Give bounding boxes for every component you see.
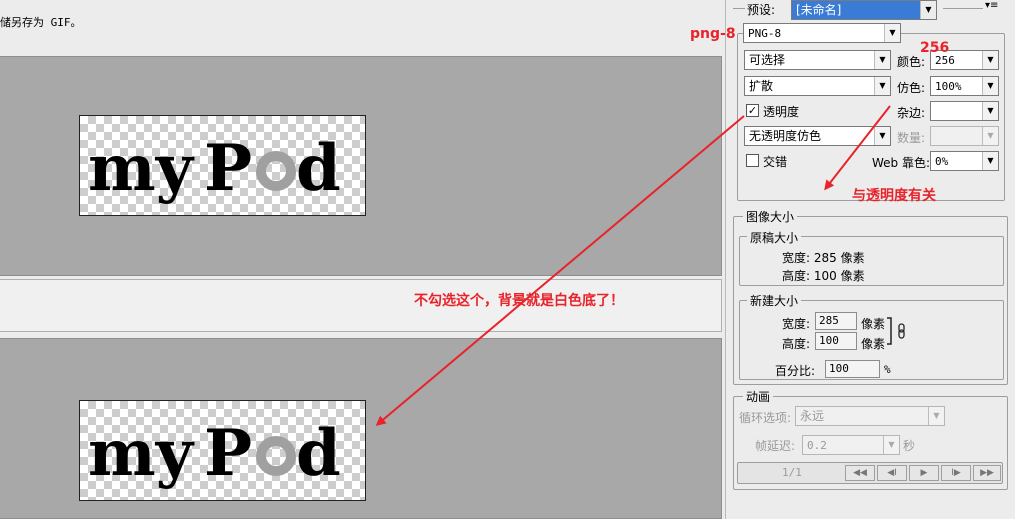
annotation-png8: png-8 xyxy=(690,26,736,42)
matte-dropdown[interactable]: ▼ xyxy=(930,101,999,121)
play-button[interactable]: ▶ xyxy=(909,465,939,481)
preset-value: [未命名] xyxy=(796,3,842,17)
delay-value: 0.2 xyxy=(807,439,827,452)
first-frame-button[interactable]: ◀◀ xyxy=(845,465,875,481)
trans-dither-value: 无透明度仿色 xyxy=(749,129,822,143)
optimize-panel: 预设: [未命名] ▼ ▾≡ PNG-8 ▼ 可选择 ▼ 颜色: 256 ▼ 扩… xyxy=(727,0,1015,519)
logo-graphic: my P d xyxy=(88,416,341,491)
prev-frame-button[interactable]: ◀I xyxy=(877,465,907,481)
format-dropdown[interactable]: PNG-8 ▼ xyxy=(743,23,901,43)
panel-menu-icon[interactable]: ▾≡ xyxy=(985,0,998,11)
preset-dropdown[interactable]: [未命名] ▼ xyxy=(791,0,937,20)
format-value: PNG-8 xyxy=(748,27,782,40)
image-size-title: 图像大小 xyxy=(743,208,798,225)
web-snap-dropdown[interactable]: 0% ▼ xyxy=(930,151,999,171)
transparency-dither-dropdown[interactable]: 无透明度仿色 ▼ xyxy=(744,126,891,146)
logo-ring-icon xyxy=(256,436,296,476)
amount-label: 数量: xyxy=(897,131,926,145)
chevron-down-icon: ▼ xyxy=(874,51,890,69)
divider xyxy=(733,8,745,9)
loop-value: 永远 xyxy=(800,409,825,423)
annotation-256: 256 xyxy=(920,40,950,56)
web-snap-value: 0% xyxy=(935,155,949,168)
chevron-down-icon: ▼ xyxy=(874,77,890,95)
delay-unit: 秒 xyxy=(903,439,916,453)
delay-label: 帧延迟: xyxy=(755,439,796,453)
logo-text-p: P xyxy=(204,416,252,491)
logo-text-p: P xyxy=(204,131,252,206)
height-unit: 像素 xyxy=(861,337,886,351)
status-note: 储另存为 GIF。 xyxy=(0,16,82,29)
dither-label: 仿色: xyxy=(897,81,926,95)
chevron-down-icon: ▼ xyxy=(982,127,998,145)
logo-ring-icon xyxy=(256,151,296,191)
matte-label: 杂边: xyxy=(897,106,926,120)
chevron-down-icon: ▼ xyxy=(982,152,998,170)
logo-text-my: my xyxy=(88,131,195,206)
chevron-down-icon: ▼ xyxy=(982,51,998,69)
dither-amount-dropdown[interactable]: 100% ▼ xyxy=(930,76,999,96)
divider xyxy=(943,8,983,9)
width-unit: 像素 xyxy=(861,317,886,331)
amount-dropdown: ▼ xyxy=(930,126,999,146)
transparency-checkbox[interactable]: ✓ xyxy=(746,104,759,117)
chevron-down-icon: ▼ xyxy=(874,127,890,145)
next-frame-button[interactable]: I▶ xyxy=(941,465,971,481)
new-size-title: 新建大小 xyxy=(747,292,802,309)
chevron-down-icon: ▼ xyxy=(920,1,936,19)
constrain-link-icon[interactable] xyxy=(887,316,909,348)
logo-graphic: my P d xyxy=(88,131,341,206)
frame-counter: 1/1 xyxy=(782,466,802,479)
percent-unit: % xyxy=(884,363,891,376)
dither-algorithm-dropdown[interactable]: 扩散 ▼ xyxy=(744,76,891,96)
last-frame-button[interactable]: ▶▶ xyxy=(973,465,1001,481)
annotation-uncheck-note: 不勾选这个，背景就是白色底了！ xyxy=(414,293,624,309)
original-height: 高度: 100 像素 xyxy=(782,269,865,283)
width-input[interactable]: 285 xyxy=(815,312,857,330)
loop-label: 循环选项: xyxy=(739,411,792,425)
chevron-down-icon: ▼ xyxy=(982,77,998,95)
interlace-checkbox[interactable] xyxy=(746,154,759,167)
chevron-down-icon: ▼ xyxy=(884,24,900,42)
dither-value: 100% xyxy=(935,80,962,93)
width-label: 宽度: xyxy=(782,317,811,331)
chevron-down-icon: ▼ xyxy=(883,436,899,454)
logo-preview-top: my P d xyxy=(79,115,366,216)
logo-preview-bottom: my P d xyxy=(79,400,366,501)
height-label: 高度: xyxy=(782,337,811,351)
dither-algo-value: 扩散 xyxy=(749,79,774,93)
preset-label: 预设: xyxy=(747,3,776,17)
transparency-label: 透明度 xyxy=(763,105,800,119)
original-width: 宽度: 285 像素 xyxy=(782,251,865,265)
chevron-down-icon: ▼ xyxy=(982,102,998,120)
interlace-label: 交错 xyxy=(763,155,788,169)
annotation-transparency-related: 与透明度有关 xyxy=(852,188,936,204)
percent-label: 百分比: xyxy=(775,364,816,378)
loop-dropdown: 永远 ▼ xyxy=(795,406,945,426)
reduction-value: 可选择 xyxy=(749,53,786,67)
original-size-title: 原稿大小 xyxy=(747,229,802,246)
percent-input[interactable]: 100 xyxy=(825,360,880,378)
delay-dropdown: 0.2 ▼ xyxy=(802,435,900,455)
height-input[interactable]: 100 xyxy=(815,332,857,350)
color-reduction-dropdown[interactable]: 可选择 ▼ xyxy=(744,50,891,70)
animation-title: 动画 xyxy=(743,388,774,405)
chevron-down-icon: ▼ xyxy=(928,407,944,425)
preview-area: 储另存为 GIF。 my P d my P d xyxy=(0,0,726,519)
logo-text-d: d xyxy=(296,416,341,491)
logo-text-my: my xyxy=(88,416,195,491)
logo-text-d: d xyxy=(296,131,341,206)
web-snap-label: Web 靠色: xyxy=(872,156,931,170)
